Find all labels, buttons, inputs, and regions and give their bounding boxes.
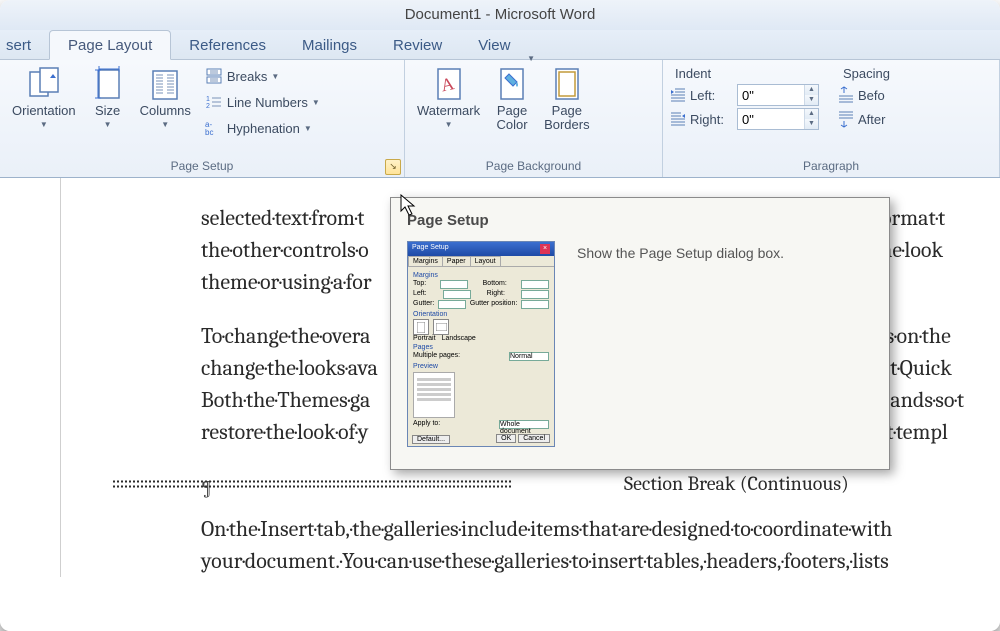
columns-label: Columns	[140, 104, 191, 118]
svg-text:1: 1	[206, 96, 210, 103]
indent-left-input[interactable]	[738, 85, 804, 105]
indent-left-label: Left:	[690, 88, 734, 103]
spin-up-icon[interactable]: ▲	[805, 109, 818, 119]
line-numbers-button[interactable]: 12 Line Numbers ▼	[201, 90, 324, 114]
page-color-button[interactable]: Page Color ▼	[486, 64, 538, 134]
watermark-label: Watermark	[417, 104, 480, 118]
page-borders-button[interactable]: Page Borders	[538, 64, 596, 134]
spin-up-icon[interactable]: ▲	[805, 85, 818, 95]
chevron-down-icon: ▼	[312, 98, 320, 107]
spacing-before-label: Befo	[858, 88, 902, 103]
spacing-before-icon	[837, 86, 855, 104]
screentip-title: Page Setup	[407, 212, 873, 229]
tab-references[interactable]: References	[171, 31, 284, 59]
chevron-down-icon: ▼	[104, 120, 112, 129]
section-break-marker: Section Break (Continuous)	[213, 472, 1000, 495]
spacing-after-icon	[837, 110, 855, 128]
group-label-page-background: Page Background	[405, 157, 662, 177]
indent-left-spinner[interactable]: ▲▼	[737, 84, 819, 106]
columns-icon	[147, 66, 183, 102]
window-title: Document1 - Microsoft Word	[0, 0, 1000, 30]
screentip-page-setup: Page Setup Page Setup× MarginsPaperLayou…	[390, 197, 890, 470]
size-button[interactable]: Size ▼	[82, 64, 134, 131]
hyphenation-button[interactable]: a-bc Hyphenation ▼	[201, 116, 324, 140]
chevron-down-icon: ▼	[304, 124, 312, 133]
group-page-background: A Watermark ▼ Page Color ▼ Page Borders …	[405, 60, 663, 177]
ribbon-tabs: sert Page Layout References Mailings Rev…	[0, 30, 1000, 60]
watermark-button[interactable]: A Watermark ▼	[411, 64, 486, 131]
tab-mailings[interactable]: Mailings	[284, 31, 375, 59]
svg-text:2: 2	[206, 103, 210, 110]
page-color-label: Page Color	[497, 104, 528, 132]
orientation-icon	[26, 66, 62, 102]
indent-right-input[interactable]	[738, 109, 804, 129]
hyphenation-label: Hyphenation	[227, 121, 300, 136]
page-borders-label: Page Borders	[544, 104, 590, 132]
group-page-setup: Orientation ▼ Size ▼ Columns	[0, 60, 405, 177]
spin-down-icon[interactable]: ▼	[805, 95, 818, 105]
page-color-icon	[494, 66, 530, 102]
group-label-page-setup: Page Setup	[0, 157, 404, 177]
doc-line: your·document.·You·can·use·these·galleri…	[201, 545, 1000, 577]
tab-page-layout[interactable]: Page Layout	[49, 30, 171, 60]
spacing-after-label: After	[858, 112, 902, 127]
indent-right-spinner[interactable]: ▲▼	[737, 108, 819, 130]
line-numbers-label: Line Numbers	[227, 95, 308, 110]
size-icon	[90, 66, 126, 102]
doc-line: On·the·Insert·tab,·the·galleries·include…	[201, 513, 1000, 545]
indent-right-icon	[669, 110, 687, 128]
indent-right-label: Right:	[690, 112, 734, 127]
tab-review[interactable]: Review	[375, 31, 460, 59]
close-icon: ×	[540, 244, 550, 254]
screentip-description: Show the Page Setup dialog box.	[577, 241, 784, 447]
breaks-button[interactable]: Breaks ▼	[201, 64, 324, 88]
indent-section: Indent Left: ▲▼ Right:	[669, 64, 819, 131]
svg-text:bc: bc	[205, 128, 213, 137]
chevron-down-icon: ▼	[271, 72, 279, 81]
spacing-section: Spacing Befo After	[837, 64, 902, 131]
page-setup-launcher[interactable]: ↘	[385, 159, 401, 175]
group-label-paragraph: Paragraph	[663, 157, 999, 177]
chevron-down-icon: ▼	[161, 120, 169, 129]
dialog-thumbnail: Page Setup× MarginsPaperLayout Margins T…	[407, 241, 555, 447]
group-paragraph: Indent Left: ▲▼ Right:	[663, 60, 1000, 177]
spin-down-icon[interactable]: ▼	[805, 119, 818, 129]
ribbon: Orientation ▼ Size ▼ Columns	[0, 60, 1000, 178]
page-borders-icon	[549, 66, 585, 102]
size-label: Size	[95, 104, 120, 118]
spacing-heading: Spacing	[837, 64, 902, 83]
chevron-down-icon: ▼	[40, 120, 48, 129]
line-numbers-icon: 12	[205, 93, 223, 111]
orientation-button[interactable]: Orientation ▼	[6, 64, 82, 131]
hyphenation-icon: a-bc	[205, 119, 223, 137]
columns-button[interactable]: Columns ▼	[134, 64, 197, 131]
tab-insert[interactable]: sert	[0, 31, 49, 59]
tab-view[interactable]: View	[460, 31, 528, 59]
indent-left-icon	[669, 86, 687, 104]
watermark-icon: A	[431, 66, 467, 102]
breaks-icon	[205, 67, 223, 85]
chevron-down-icon: ▼	[527, 54, 535, 63]
indent-heading: Indent	[669, 64, 819, 83]
breaks-label: Breaks	[227, 69, 267, 84]
orientation-label: Orientation	[12, 104, 76, 118]
chevron-down-icon: ▼	[445, 120, 453, 129]
